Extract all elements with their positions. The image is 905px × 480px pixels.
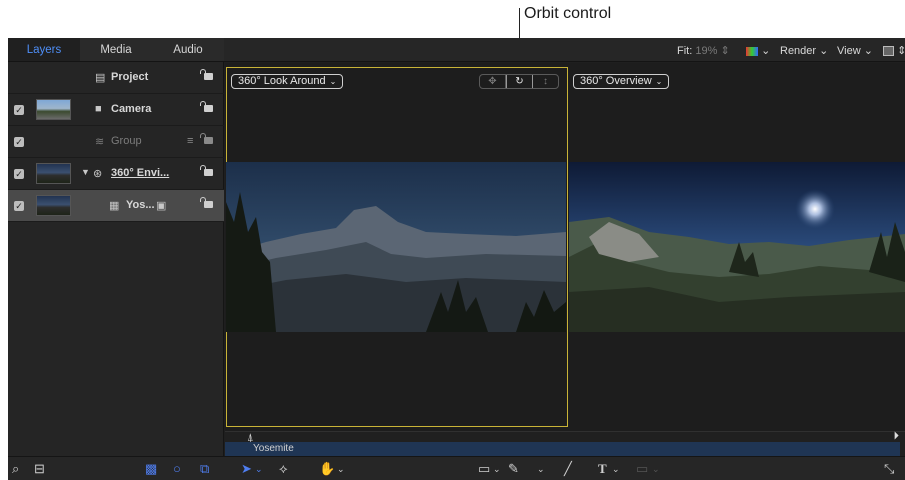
visibility-checkbox[interactable]: ✓ bbox=[14, 201, 24, 211]
tab-layers[interactable]: Layers bbox=[8, 38, 80, 61]
stack-icon: ≡ bbox=[187, 135, 194, 147]
left-view-dropdown[interactable]: 360° Look Around ⌄ bbox=[231, 74, 344, 89]
dolly-icon[interactable]: ↕ bbox=[533, 75, 558, 88]
visibility-checkbox[interactable]: ✓ bbox=[14, 137, 24, 147]
layer-thumbnail bbox=[36, 99, 71, 120]
layer-row-yosemite[interactable]: ✓ ▦ Yos... ▣ bbox=[8, 190, 224, 222]
clip-label: Yosemite bbox=[253, 443, 294, 454]
layer-row-360-environment[interactable]: ✓ ▼ ⊛ 360° Envi... bbox=[8, 158, 224, 190]
layers-list: ▤ Project ✓ ■ Camera ✓ ≋ Group ≡ ✓ ▼ ⊛ 3… bbox=[8, 62, 224, 456]
render-menu[interactable]: Render ⌄ bbox=[780, 44, 828, 57]
chevron-down-icon[interactable]: ⌄ bbox=[537, 464, 545, 475]
fit-label: Fit: bbox=[677, 45, 693, 57]
color-channels-icon bbox=[746, 46, 758, 56]
select-arrow-icon[interactable]: ➤ bbox=[241, 461, 252, 477]
group-icon: ≋ bbox=[95, 136, 105, 148]
lock-icon[interactable] bbox=[200, 133, 213, 144]
disclosure-triangle-icon[interactable]: ▼ bbox=[81, 167, 90, 177]
mini-timeline: ⍋ ⏵ Yosemite bbox=[225, 430, 905, 456]
right-view-label: 360° Overview bbox=[580, 75, 652, 87]
chevron-down-icon[interactable]: ⌄ bbox=[493, 464, 501, 475]
shape-rectangle-icon[interactable]: ▭ bbox=[478, 461, 490, 477]
layer-thumbnail-toggle-icon[interactable]: ⊟ bbox=[34, 461, 45, 477]
visibility-checkbox[interactable]: ✓ bbox=[14, 169, 24, 179]
orbit-icon[interactable]: ↻ bbox=[506, 75, 533, 88]
bottom-toolbar: ⌕ ⊟ ▩ ○ ⧉ ➤ ⌄ ⟡ ✋ ⌄ ▭ ⌄ ✎ ⌄ ╱ T ⌄ ▭ ⌄ ⤡ bbox=[8, 456, 905, 480]
3d-transform-icon[interactable]: ⟡ bbox=[279, 461, 288, 477]
tab-audio[interactable]: Audio bbox=[152, 38, 224, 61]
pan-icon[interactable]: ✥ bbox=[480, 75, 506, 88]
view-label: View bbox=[837, 45, 861, 57]
canvas-area[interactable]: 360° Look Around ⌄ ✥ ↻ ↕ 360° Overview ⌄ bbox=[225, 63, 905, 431]
layer-name: Group bbox=[111, 135, 142, 147]
fit-zoom-control[interactable]: Fit: 19% ⇕ bbox=[677, 44, 730, 57]
layer-thumbnail bbox=[36, 163, 71, 184]
text-tool-icon[interactable]: T bbox=[598, 461, 607, 477]
360-environment-icon: ⊛ bbox=[93, 168, 103, 180]
timeline-clip[interactable]: Yosemite bbox=[225, 442, 900, 456]
lock-icon[interactable] bbox=[200, 69, 213, 80]
stepper-icon: ⇕ bbox=[897, 45, 905, 57]
view-controls: ✥ ↻ ↕ bbox=[479, 74, 559, 89]
layer-row-group[interactable]: ✓ ≋ Group ≡ bbox=[8, 126, 224, 158]
fit-value: 19% bbox=[695, 45, 718, 57]
motion-app-window: Layers Media Audio Fit: 19% ⇕ ⌄ Render ⌄… bbox=[8, 38, 905, 480]
paint-stroke-icon[interactable]: ╱ bbox=[564, 461, 572, 477]
layers-stack-icon[interactable]: ⧉ bbox=[200, 461, 209, 477]
chevron-down-icon[interactable]: ⌄ bbox=[337, 464, 345, 475]
lock-icon[interactable] bbox=[200, 197, 213, 208]
camera-icon: ■ bbox=[95, 103, 102, 115]
canvas-toolbar: Fit: 19% ⇕ ⌄ Render ⌄ View ⌄ ⇕ bbox=[224, 38, 905, 62]
chevron-down-icon: ⌄ bbox=[655, 77, 663, 86]
mask-tool-icon[interactable]: ▭ bbox=[636, 461, 648, 477]
chevron-down-icon: ⌄ bbox=[819, 45, 829, 57]
right-view-dropdown[interactable]: 360° Overview ⌄ bbox=[573, 74, 670, 89]
visibility-checkbox[interactable]: ✓ bbox=[14, 105, 24, 115]
view-menu[interactable]: View ⌄ bbox=[837, 44, 873, 57]
circle-mask-icon[interactable]: ○ bbox=[173, 461, 181, 476]
color-channels-button[interactable]: ⌄ bbox=[746, 44, 770, 57]
checkerboard-icon[interactable]: ▩ bbox=[145, 461, 157, 477]
fullscreen-icon[interactable]: ⤡ bbox=[884, 461, 894, 477]
hand-pan-icon[interactable]: ✋ bbox=[319, 461, 335, 477]
tab-media[interactable]: Media bbox=[80, 38, 152, 61]
lock-icon[interactable] bbox=[200, 165, 213, 176]
chevron-down-icon[interactable]: ⌄ bbox=[652, 464, 660, 475]
layer-row-project[interactable]: ▤ Project bbox=[8, 62, 224, 94]
look-around-image bbox=[226, 162, 566, 332]
document-icon: ▤ bbox=[95, 72, 106, 84]
layer-name: 360° Envi... bbox=[111, 167, 170, 179]
view-layout-icon bbox=[883, 46, 894, 57]
chevron-down-icon: ⌄ bbox=[863, 45, 873, 57]
layer-name: Yos... bbox=[126, 199, 155, 211]
layer-name: Camera bbox=[111, 103, 152, 115]
search-icon[interactable]: ⌕ bbox=[12, 461, 19, 477]
bezier-pen-icon[interactable]: ✎ bbox=[508, 461, 519, 477]
chevron-down-icon: ⌄ bbox=[329, 77, 337, 86]
film-icon: ▦ bbox=[109, 200, 120, 212]
layer-thumbnail bbox=[36, 195, 71, 216]
stepper-icon: ⇕ bbox=[720, 45, 730, 57]
layer-row-camera[interactable]: ✓ ■ Camera bbox=[8, 94, 224, 126]
lock-icon[interactable] bbox=[200, 101, 213, 112]
render-label: Render bbox=[780, 45, 817, 57]
overview-image bbox=[569, 162, 905, 332]
left-view-label: 360° Look Around bbox=[238, 75, 326, 87]
chevron-down-icon[interactable]: ⌄ bbox=[255, 464, 263, 475]
chevron-down-icon[interactable]: ⌄ bbox=[612, 464, 620, 475]
chevron-down-icon: ⌄ bbox=[761, 45, 771, 57]
layer-name: Project bbox=[111, 71, 149, 83]
media-badge-icon: ▣ bbox=[156, 200, 167, 212]
panel-tabs: Layers Media Audio bbox=[8, 38, 224, 62]
orbit-control-callout: Orbit control bbox=[524, 5, 612, 22]
view-layout-button[interactable]: ⇕ bbox=[883, 44, 905, 57]
